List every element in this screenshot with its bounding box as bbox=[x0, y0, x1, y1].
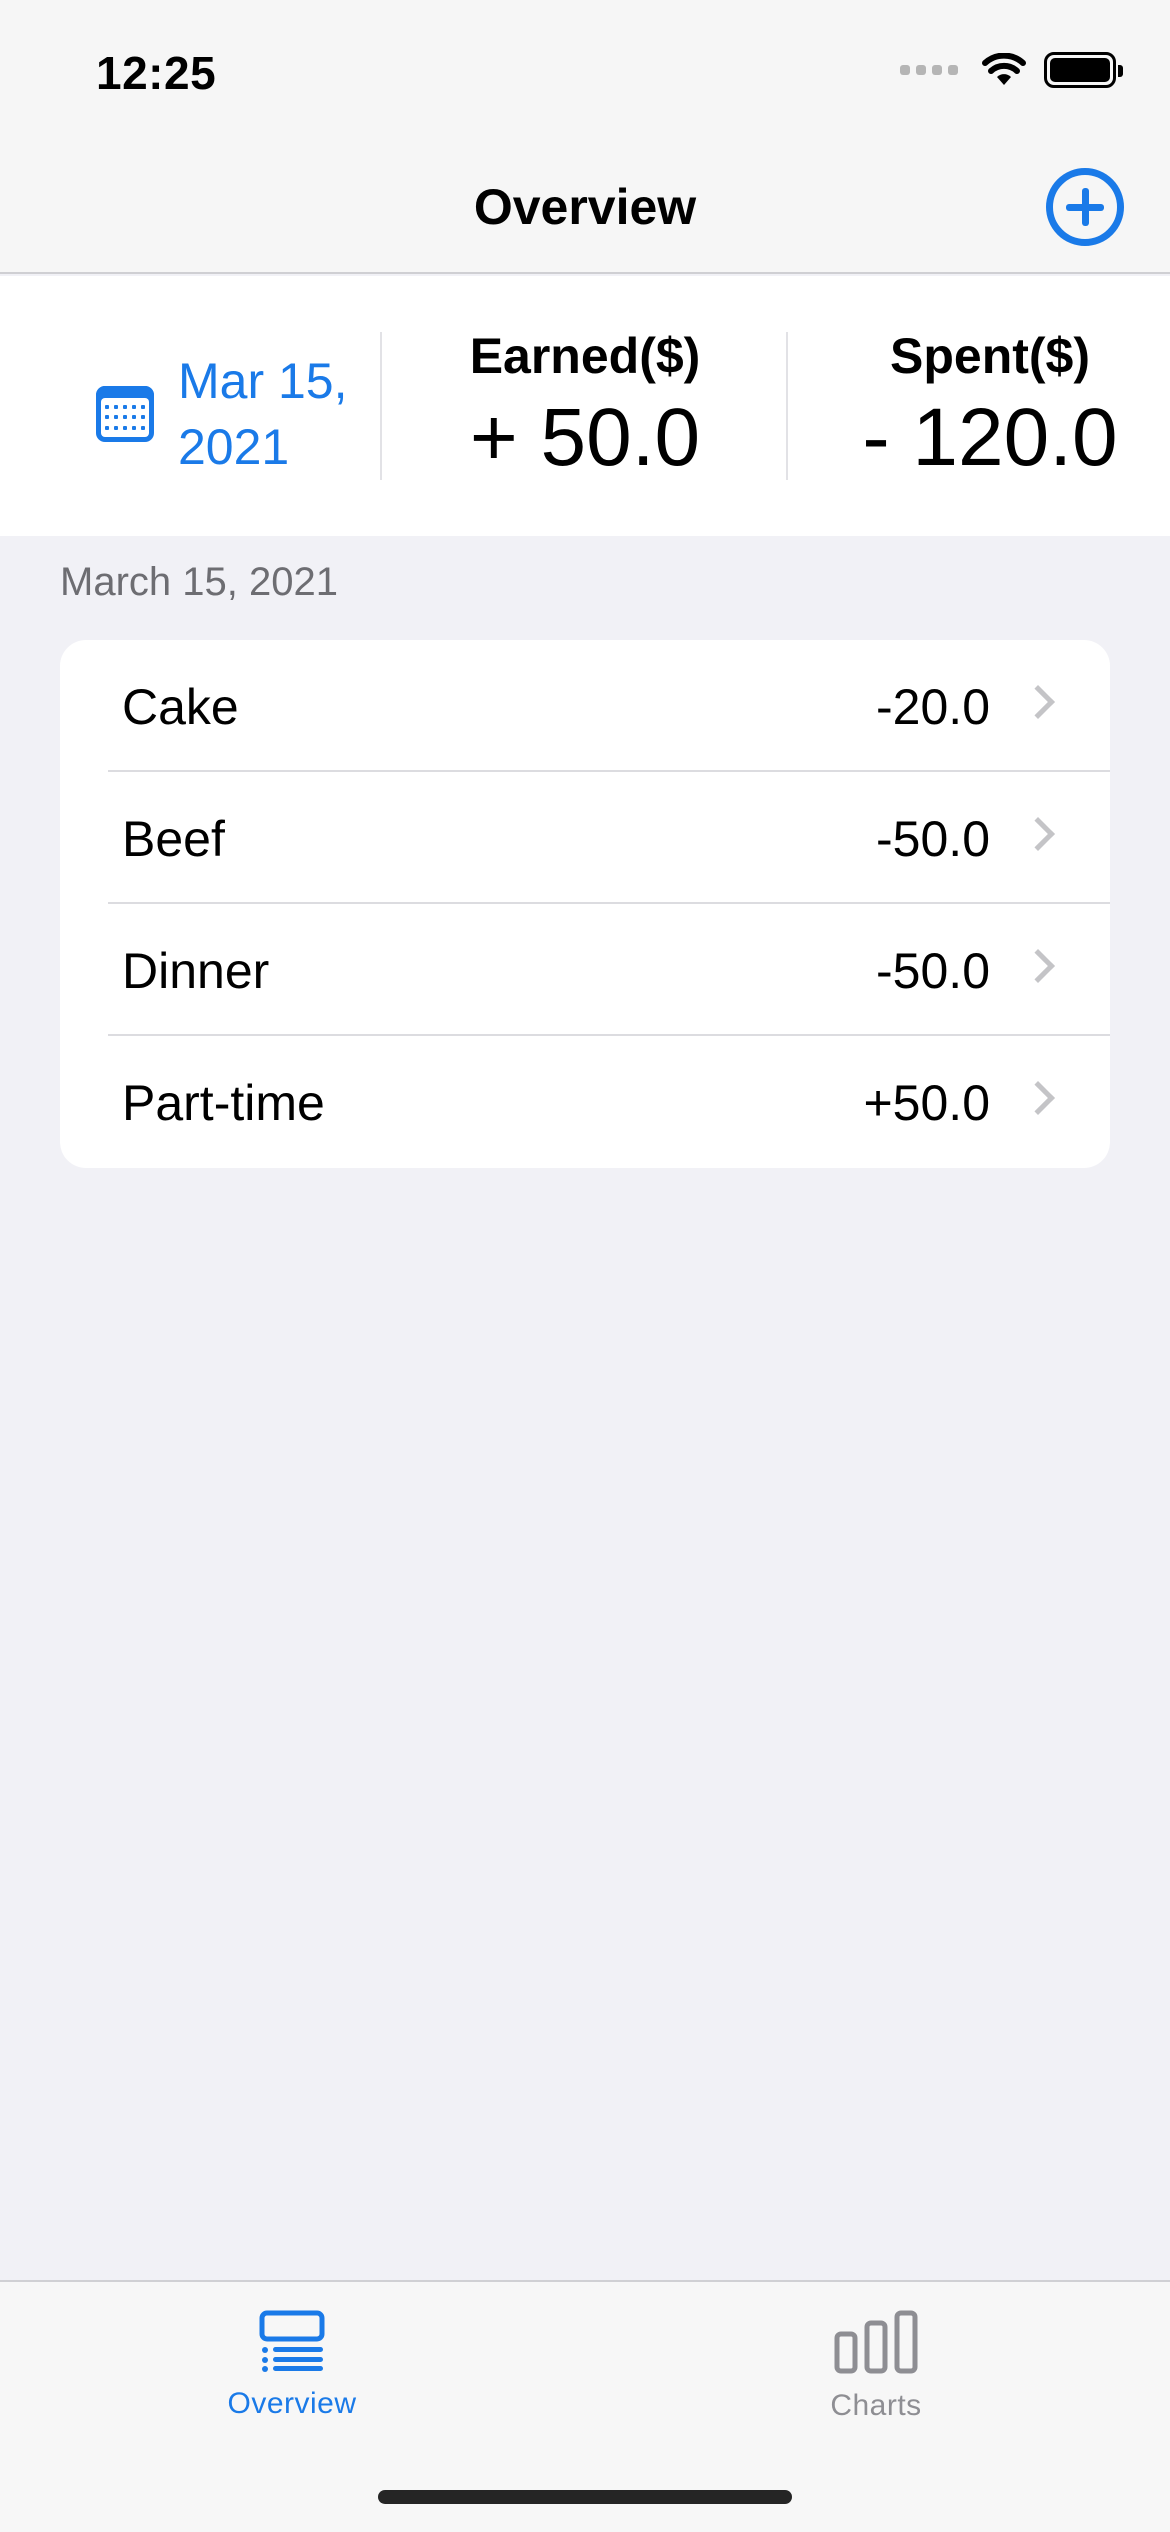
transaction-list: Cake -20.0 Beef -50.0 Dinner -50.0 Part-… bbox=[60, 640, 1110, 1168]
item-name: Beef bbox=[122, 811, 225, 867]
list-item[interactable]: Beef -50.0 bbox=[60, 772, 1110, 904]
battery-icon bbox=[1044, 52, 1123, 88]
item-amount: -20.0 bbox=[876, 679, 990, 735]
calendar-icon bbox=[96, 386, 154, 442]
item-amount: -50.0 bbox=[876, 811, 990, 867]
chevron-right-icon bbox=[1021, 685, 1055, 719]
home-indicator[interactable] bbox=[378, 2490, 792, 2504]
chevron-right-icon bbox=[1021, 949, 1055, 983]
spent-summary: Spent($) - 120.0 bbox=[800, 326, 1170, 486]
page-title: Overview bbox=[473, 179, 697, 235]
divider bbox=[786, 332, 788, 480]
earned-summary: Earned($) + 50.0 bbox=[398, 326, 772, 486]
cellular-signal-icon bbox=[900, 65, 958, 75]
tab-overview[interactable]: Overview bbox=[142, 2310, 442, 2421]
tab-charts[interactable]: Charts bbox=[726, 2310, 1026, 2423]
earned-label: Earned($) bbox=[469, 328, 701, 384]
add-entry-button[interactable] bbox=[1046, 168, 1124, 246]
item-amount: -50.0 bbox=[876, 943, 990, 999]
item-amount: +50.0 bbox=[863, 1075, 990, 1131]
chevron-right-icon bbox=[1021, 817, 1055, 851]
tab-overview-label: Overview bbox=[227, 2387, 357, 2420]
chevron-right-icon bbox=[1021, 1081, 1055, 1115]
list-icon bbox=[259, 2310, 325, 2372]
spent-label: Spent($) bbox=[890, 328, 1090, 384]
chart-bar-icon bbox=[834, 2310, 918, 2374]
navigation-bar: Overview bbox=[0, 140, 1170, 274]
list-item[interactable]: Dinner -50.0 bbox=[60, 904, 1110, 1036]
summary-panel: Mar 15, 2021 Earned($) + 50.0 Spent($) -… bbox=[0, 276, 1170, 536]
status-time: 12:25 bbox=[96, 47, 217, 99]
item-name: Part-time bbox=[122, 1075, 325, 1131]
status-bar: 12:25 bbox=[0, 0, 1170, 140]
status-icons bbox=[900, 52, 1123, 88]
item-name: Cake bbox=[122, 679, 239, 735]
date-picker-button[interactable]: Mar 15, 2021 bbox=[96, 348, 358, 480]
wifi-icon bbox=[982, 53, 1026, 85]
list-item[interactable]: Part-time +50.0 bbox=[60, 1036, 1110, 1168]
selected-date: Mar 15, 2021 bbox=[178, 353, 348, 475]
item-name: Dinner bbox=[122, 943, 270, 999]
divider bbox=[380, 332, 382, 480]
section-header: March 15, 2021 bbox=[60, 560, 338, 604]
spent-value: - 120.0 bbox=[862, 392, 1118, 483]
tab-charts-label: Charts bbox=[830, 2389, 922, 2422]
earned-value: + 50.0 bbox=[469, 392, 701, 483]
app-screen: 12:25 Overview Mar 15, 2021 Earned($) + … bbox=[0, 0, 1170, 2532]
list-item[interactable]: Cake -20.0 bbox=[60, 640, 1110, 772]
